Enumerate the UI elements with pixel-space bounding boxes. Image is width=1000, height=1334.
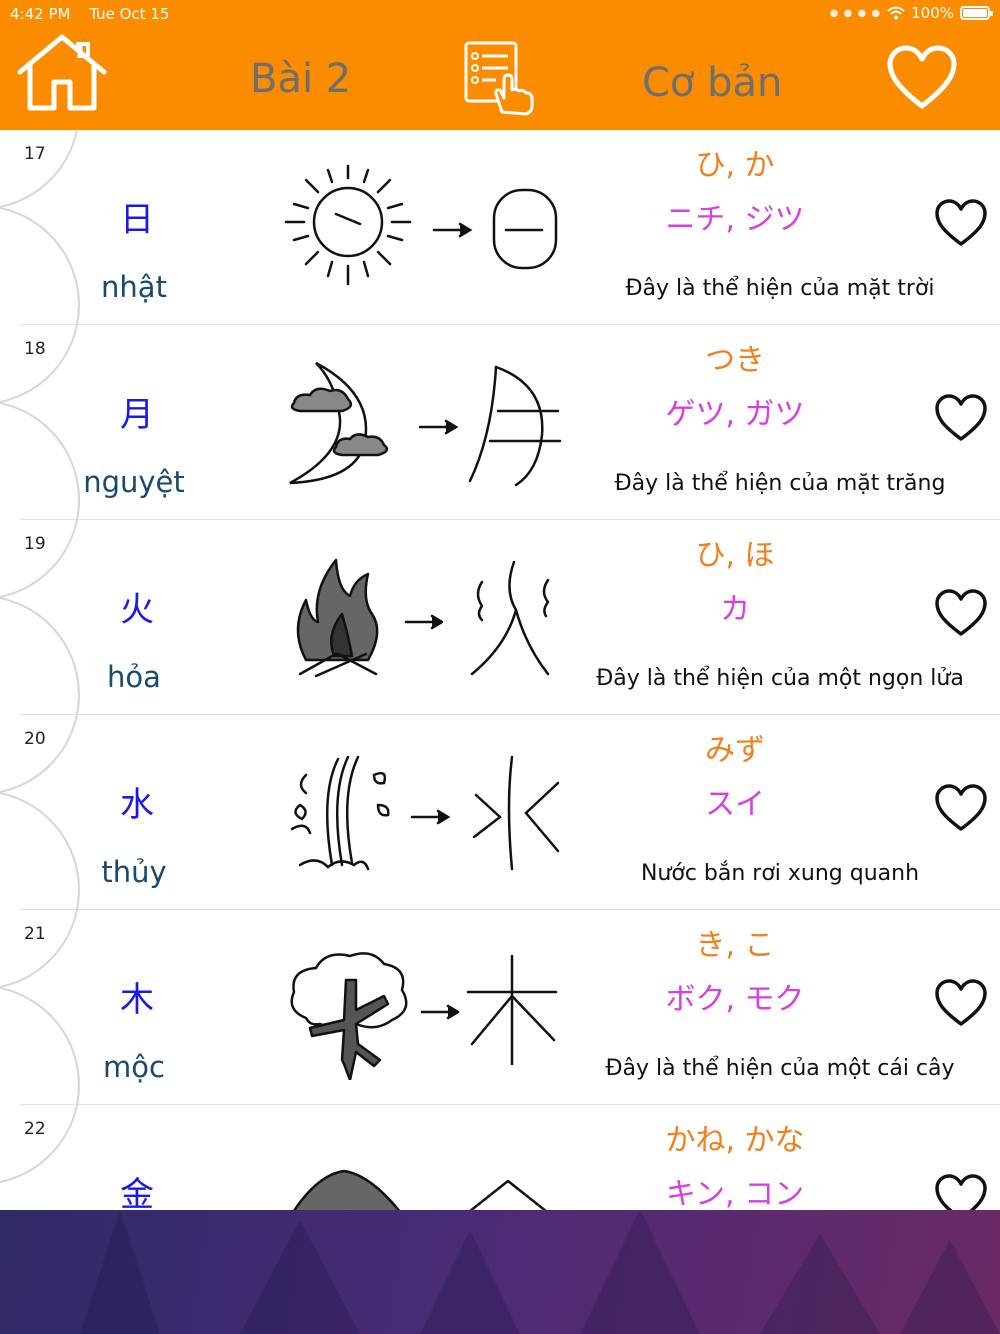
item-number: 18 (24, 339, 46, 359)
item-description: Nước bắn rơi xung quanh (640, 861, 920, 886)
item-number: 17 (24, 144, 46, 164)
item-on-reading: ボク, モク (665, 982, 805, 1017)
bottom-banner (0, 1210, 1000, 1334)
item-kun-reading: みず (705, 733, 765, 768)
wifi-icon (887, 6, 905, 20)
item-number: 19 (24, 534, 46, 554)
favorite-heart-icon[interactable] (934, 783, 988, 833)
favorite-heart-icon[interactable] (886, 44, 958, 110)
kanji-list[interactable]: 17 日 nhật ひ, か ニチ, ジツ Đây là thể hiện củ… (0, 130, 1000, 1210)
status-right: ● ● ● ● 100% (829, 4, 993, 22)
battery-icon (960, 6, 993, 20)
item-description: Đây là thể hiện của mặt trăng (614, 471, 946, 496)
pine-trees-background-icon (80, 1210, 1000, 1334)
quiz-list-icon[interactable] (462, 40, 538, 118)
top-header: 4:42 PM Tue Oct 15 ● ● ● ● 100% Bài 2 Cơ… (0, 0, 1000, 130)
status-left: 4:42 PM Tue Oct 15 (10, 5, 183, 23)
item-kanji: 日 (120, 200, 154, 240)
item-kun-reading: き, こ (695, 928, 775, 963)
item-number: 21 (24, 924, 46, 944)
water-pictograph-icon (290, 755, 560, 871)
number-arc (0, 130, 80, 210)
tree-pictograph-icon (290, 952, 558, 1080)
favorite-heart-icon[interactable] (934, 978, 988, 1028)
item-kanji: 木 (120, 980, 154, 1020)
signal-dots-icon: ● ● ● ● (829, 7, 882, 19)
favorite-heart-icon[interactable] (934, 393, 988, 443)
battery-percent: 100% (911, 4, 954, 22)
item-on-reading: スイ (705, 787, 765, 822)
item-kun-reading: つき (705, 343, 765, 378)
item-kun-reading: かね, かな (665, 1123, 805, 1158)
status-bar: 4:42 PM Tue Oct 15 ● ● ● ● 100% (0, 0, 1000, 28)
metal-pictograph-icon (293, 1169, 547, 1210)
status-time: 4:42 PM (10, 5, 71, 23)
list-item[interactable]: 19 火 hỏa ひ, ほ カ Đây là thể hiện của một … (0, 400, 1000, 715)
item-on-reading: ニチ, ジツ (665, 202, 805, 237)
item-on-reading: キン, コン (665, 1177, 805, 1210)
status-date: Tue Oct 15 (89, 5, 170, 23)
item-description: Đây là thể hiện của một cái cây (605, 1056, 955, 1081)
sun-pictograph-icon (284, 164, 558, 286)
item-kun-reading: ひ, か (695, 148, 775, 183)
item-number: 22 (24, 1119, 46, 1139)
item-description: Đây là thể hiện của một ngọn lửa (596, 666, 964, 691)
item-on-reading: カ (720, 592, 750, 627)
favorite-heart-icon[interactable] (934, 1173, 988, 1210)
moon-pictograph-icon (289, 361, 562, 487)
item-kun-reading: ひ, ほ (695, 538, 775, 573)
favorite-heart-icon[interactable] (934, 198, 988, 248)
list-item[interactable]: 20 水 thủy みず スイ Nước bắn rơi xung quanh (0, 595, 1000, 910)
favorite-heart-icon[interactable] (934, 588, 988, 638)
item-kanji: 火 (120, 590, 154, 630)
list-item[interactable]: 21 木 mộc き, こ ボク, モク Đây là thể hiện của… (0, 790, 1000, 1105)
list-item[interactable]: 17 日 nhật ひ, か ニチ, ジツ Đây là thể hiện củ… (0, 130, 1000, 325)
list-item[interactable]: 18 月 nguyệt つき ゲツ, ガツ Đây là thể hiện củ… (0, 205, 1000, 520)
battery-fill (963, 9, 987, 17)
item-kanji: 金 (120, 1175, 154, 1210)
home-icon[interactable] (14, 32, 110, 114)
lesson-title: Bài 2 (250, 56, 352, 102)
list-item[interactable]: 22 金 かね, かな キン, コン (0, 985, 1000, 1210)
item-description: Đây là thể hiện của mặt trời (625, 276, 935, 301)
fire-pictograph-icon (296, 558, 550, 678)
item-kanji: 水 (120, 785, 154, 825)
level-title: Cơ bản (642, 60, 783, 106)
item-number: 20 (24, 729, 46, 749)
item-on-reading: ゲツ, ガツ (665, 397, 805, 432)
item-kanji: 月 (120, 395, 154, 435)
